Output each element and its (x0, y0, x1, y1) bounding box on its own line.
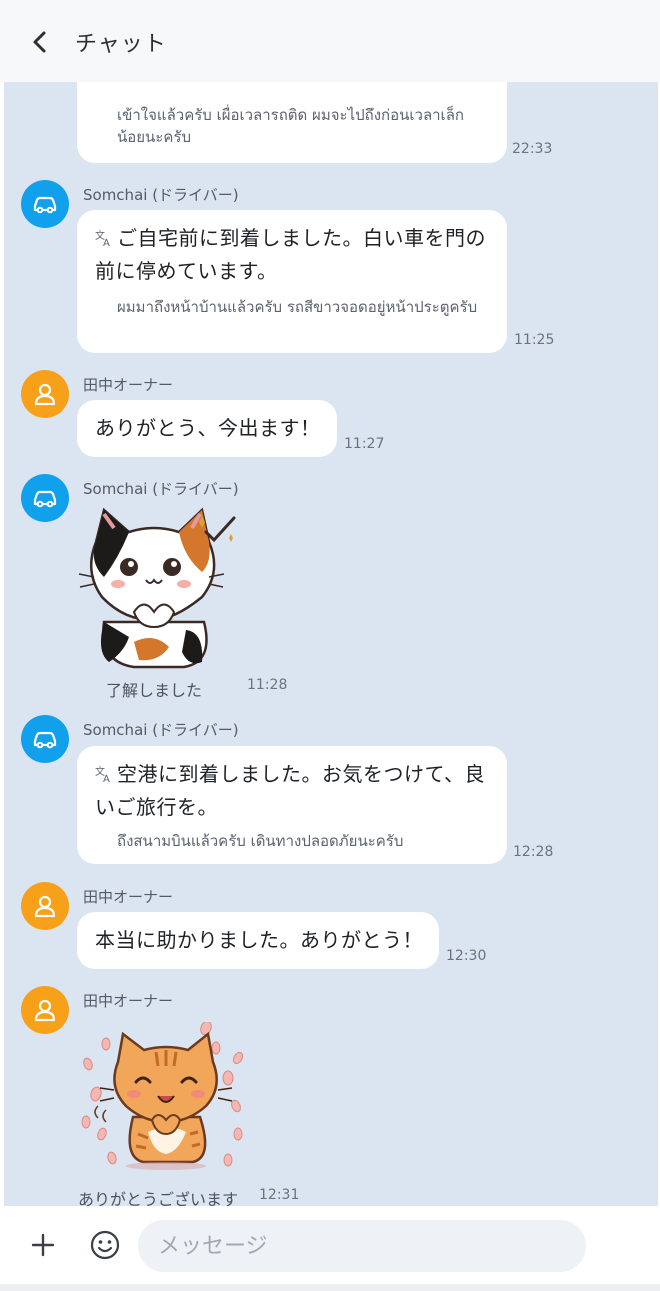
message-time: 12:30 (446, 948, 487, 964)
car-icon (33, 196, 57, 214)
sender-name: Somchai (ドライバー) (83, 480, 239, 498)
emoji-button[interactable] (86, 1226, 124, 1264)
message-bubble: ありがとう、今出ます！ (77, 400, 337, 457)
calico-cat-sticker[interactable] (74, 502, 254, 672)
add-attachment-button[interactable] (26, 1226, 60, 1264)
chevron-left-icon (33, 31, 46, 53)
message-time: 11:25 (514, 332, 555, 348)
person-icon (34, 383, 56, 406)
sticker-caption: 了解しました (106, 681, 203, 700)
translated-text: ถึงสนามบินแล้วครับ เดินทางปลอดภัยนะครับ (117, 832, 404, 850)
orange-cat-sticker[interactable] (78, 1022, 258, 1182)
sender-name: 田中オーナー (83, 888, 174, 906)
sender-name: Somchai (ドライバー) (83, 186, 239, 204)
message-text: 本当に助かりました。ありがとう！ (95, 928, 423, 952)
car-icon (33, 731, 57, 749)
message-bubble: 文 A ご自宅前に到着しました。白い車を門の前に停めています。 ผมมาถึงหน้… (77, 210, 507, 353)
person-icon (34, 999, 56, 1022)
svg-text:A: A (103, 238, 110, 247)
message-time: 11:27 (344, 436, 385, 452)
car-icon (33, 490, 57, 508)
message-time: 12:31 (259, 1187, 300, 1203)
message-time: 11:28 (247, 677, 288, 693)
driver-avatar[interactable] (21, 715, 69, 763)
message-bubble: เข้าใจแล้วครับ เผื่อเวลารถติด ผมจะไปถึงก… (77, 82, 507, 163)
person-icon (34, 895, 56, 918)
message-text: 文 A 空港に到着しました。お気をつけて、良いご旅行を。 (95, 762, 485, 819)
message-time: 12:28 (513, 844, 554, 860)
sender-name: 田中オーナー (83, 376, 174, 394)
message-text: 文 A ご自宅前に到着しました。白い車を門の前に停めています。 (95, 226, 486, 283)
smiley-icon (90, 1230, 120, 1260)
message-input[interactable] (138, 1220, 586, 1272)
message-list[interactable]: เข้าใจแล้วครับ เผื่อเวลารถติด ผมจะไปถึงก… (4, 82, 658, 1206)
message-bubble: 文 A 空港に到着しました。お気をつけて、良いご旅行を。 ถึงสนามบินแล้… (77, 746, 507, 864)
sticker-caption: ありがとうございます (78, 1190, 239, 1206)
message-time: 22:33 (512, 141, 553, 157)
message-text: ありがとう、今出ます！ (95, 416, 321, 440)
sender-name: 田中オーナー (83, 992, 174, 1010)
driver-avatar[interactable] (21, 180, 69, 228)
plus-icon (31, 1233, 55, 1257)
owner-avatar[interactable] (21, 986, 69, 1034)
driver-avatar[interactable] (21, 474, 69, 522)
chat-header: チャット (0, 0, 660, 82)
sender-name: Somchai (ドライバー) (83, 721, 239, 739)
translated-text: ผมมาถึงหน้าบ้านแล้วครับ รถสีขาวจอดอยู่หน… (117, 298, 478, 316)
translate-icon: 文A (95, 229, 110, 247)
translated-text: เข้าใจแล้วครับ เผื่อเวลารถติด ผมจะไปถึงก… (117, 106, 464, 146)
back-button[interactable] (22, 24, 58, 60)
svg-text:A: A (103, 774, 110, 783)
message-bubble: 本当に助かりました。ありがとう！ (77, 912, 439, 969)
composer-divider (0, 1284, 660, 1291)
owner-avatar[interactable] (21, 370, 69, 418)
owner-avatar[interactable] (21, 882, 69, 930)
page-title: チャット (75, 32, 167, 57)
translate-icon: 文A (95, 765, 110, 783)
